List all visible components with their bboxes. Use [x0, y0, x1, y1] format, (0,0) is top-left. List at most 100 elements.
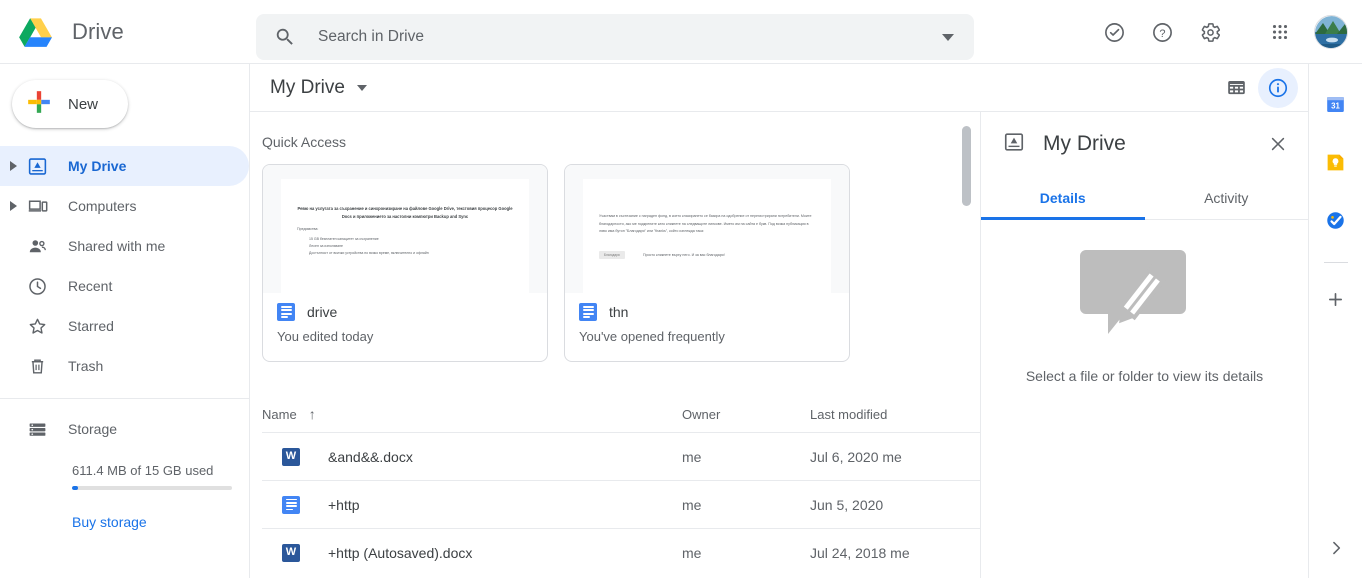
expand-arrow-icon[interactable]	[10, 161, 17, 171]
column-header-last-modified[interactable]: Last modified	[810, 407, 980, 422]
sidebar-item-computers[interactable]: Computers	[0, 186, 249, 226]
speech-bubble-pencil-illustration	[1079, 246, 1210, 346]
card-thumbnail: Ревю на услугата за съхранение и синхрон…	[263, 165, 547, 293]
sidebar-item-trash[interactable]: Trash	[0, 346, 249, 386]
thumbnail-bullets: 15 GB безплатен капацитет за съхранение …	[309, 236, 429, 256]
buy-storage-link[interactable]: Buy storage	[72, 514, 147, 530]
details-empty-state: Select a file or folder to view its deta…	[981, 220, 1308, 578]
file-name: +http (Autosaved).docx	[328, 544, 473, 561]
sidebar-item-label: Starred	[68, 318, 114, 334]
search-bar[interactable]	[256, 14, 974, 60]
breadcrumb-chevron-down-icon[interactable]	[356, 84, 367, 91]
file-owner: me	[682, 544, 702, 561]
new-button[interactable]: New	[12, 80, 128, 128]
thumbnail-button: Благодаря	[599, 250, 625, 259]
expand-arrow-icon[interactable]	[10, 201, 17, 211]
card-reason: You've opened frequently	[579, 329, 725, 344]
top-bar-actions: ?	[1092, 0, 1348, 64]
details-empty-text: Select a file or folder to view its deta…	[1025, 368, 1264, 384]
search-options-chevron-down-icon[interactable]	[942, 33, 954, 41]
new-button-label: New	[68, 95, 99, 113]
google-tasks-icon[interactable]	[1318, 202, 1354, 238]
strip-divider	[1323, 262, 1348, 263]
grid-view-icon[interactable]	[1216, 68, 1256, 108]
sort-ascending-icon: ↑	[308, 406, 316, 422]
file-name: &and&&.docx	[328, 448, 413, 465]
card-meta: thn You've opened frequently	[565, 293, 849, 344]
quick-access-card[interactable]: Участвам в състезание с награден фонд, в…	[564, 164, 850, 362]
sidebar-item-label: Recent	[68, 278, 113, 294]
sidebar-item-label: Storage	[68, 421, 118, 437]
sidebar-item-shared-with-me[interactable]: Shared with me	[0, 226, 249, 266]
account-avatar[interactable]	[1314, 15, 1348, 49]
tab-details[interactable]: Details	[981, 176, 1145, 220]
column-header-name[interactable]: Name ↑	[262, 406, 682, 422]
details-panel-title: My Drive	[1043, 132, 1126, 155]
scrollbar-thumb[interactable]	[962, 126, 971, 206]
computer-icon	[26, 195, 48, 217]
thumbnail-note: Просто кликнете върху него. И за вас бла…	[643, 252, 725, 257]
table-row[interactable]: W &and&&.docx me Jul 6, 2020 me	[262, 432, 980, 480]
drive-icon	[1003, 131, 1025, 158]
tab-activity[interactable]: Activity	[1145, 176, 1309, 219]
google-keep-icon[interactable]	[1318, 144, 1354, 180]
clock-icon	[26, 275, 48, 297]
details-panel: My Drive Details Activity Select a file …	[980, 112, 1308, 578]
header-actions	[1216, 67, 1298, 108]
main-content: My Drive Quick Access Ревю на услугата з…	[250, 64, 1308, 578]
sidebar-item-label: Computers	[68, 198, 137, 214]
column-header-owner[interactable]: Owner	[682, 407, 810, 422]
add-shortcut-icon[interactable]	[1318, 281, 1354, 317]
brand-home-link[interactable]: Drive	[0, 14, 250, 50]
details-panel-header: My Drive	[981, 112, 1308, 176]
search-input[interactable]	[296, 27, 942, 47]
info-icon[interactable]	[1258, 67, 1298, 108]
sidebar-item-storage[interactable]: Storage	[0, 409, 249, 449]
quick-access-row: Ревю на услугата за съхранение и синхрон…	[262, 164, 980, 362]
storage-progress-fill	[72, 486, 79, 490]
card-meta: drive You edited today	[263, 293, 547, 344]
content-scrollbar[interactable]	[962, 116, 972, 574]
file-last-modified: Jul 6, 2020 me	[810, 448, 902, 465]
card-file-name: thn	[609, 304, 629, 320]
svg-text:?: ?	[1159, 27, 1165, 39]
table-row[interactable]: +http me Jun 5, 2020	[262, 480, 980, 528]
table-row[interactable]: W +http (Autosaved).docx me Jul 24, 2018…	[262, 528, 980, 576]
details-panel-tabs: Details Activity	[981, 176, 1308, 220]
help-icon[interactable]: ?	[1140, 10, 1184, 54]
quick-access-card[interactable]: Ревю на услугата за съхранение и синхрон…	[262, 164, 548, 362]
drive-icon	[26, 155, 48, 177]
sidebar-item-my-drive[interactable]: My Drive	[0, 146, 249, 186]
page-title: My Drive	[270, 76, 345, 98]
thumbnail-paragraph: Участвам в състезание с награден фонд, в…	[599, 214, 812, 234]
top-app-bar: Drive ?	[0, 0, 1362, 64]
close-icon[interactable]	[1260, 126, 1296, 162]
support-icon[interactable]	[1092, 10, 1136, 54]
sidebar-item-label: Trash	[68, 358, 104, 374]
file-name: +http	[328, 496, 360, 513]
word-doc-icon: W	[282, 543, 300, 562]
card-thumbnail: Участвам в състезание с награден фонд, в…	[565, 165, 849, 293]
thumbnail-heading: Ревю на услугата за съхранение и синхрон…	[297, 206, 513, 219]
people-icon	[26, 235, 48, 257]
column-label-name: Name	[262, 406, 297, 422]
storage-progress-bar	[72, 486, 232, 490]
quick-access-title: Quick Access	[262, 134, 347, 150]
chevron-right-icon[interactable]	[1318, 530, 1354, 566]
word-doc-icon: W	[282, 447, 300, 466]
google-docs-icon	[579, 303, 597, 321]
sidebar-item-label: Shared with me	[68, 238, 166, 254]
card-reason: You edited today	[277, 329, 374, 344]
sidebar-item-recent[interactable]: Recent	[0, 266, 249, 306]
content-split: Quick Access Ревю на услугата за съхране…	[250, 112, 1308, 578]
file-table-header: Name ↑ Owner Last modified	[262, 396, 980, 432]
file-owner: me	[682, 448, 702, 465]
settings-gear-icon[interactable]	[1188, 10, 1232, 54]
sidebar-item-starred[interactable]: Starred	[0, 306, 249, 346]
apps-grid-icon[interactable]	[1258, 10, 1302, 54]
google-calendar-icon[interactable]: 31	[1318, 86, 1354, 122]
sidebar-item-label: My Drive	[68, 158, 127, 174]
breadcrumb[interactable]: My Drive	[262, 73, 375, 103]
side-apps-strip: 31	[1308, 64, 1362, 578]
storage-icon	[26, 418, 48, 440]
